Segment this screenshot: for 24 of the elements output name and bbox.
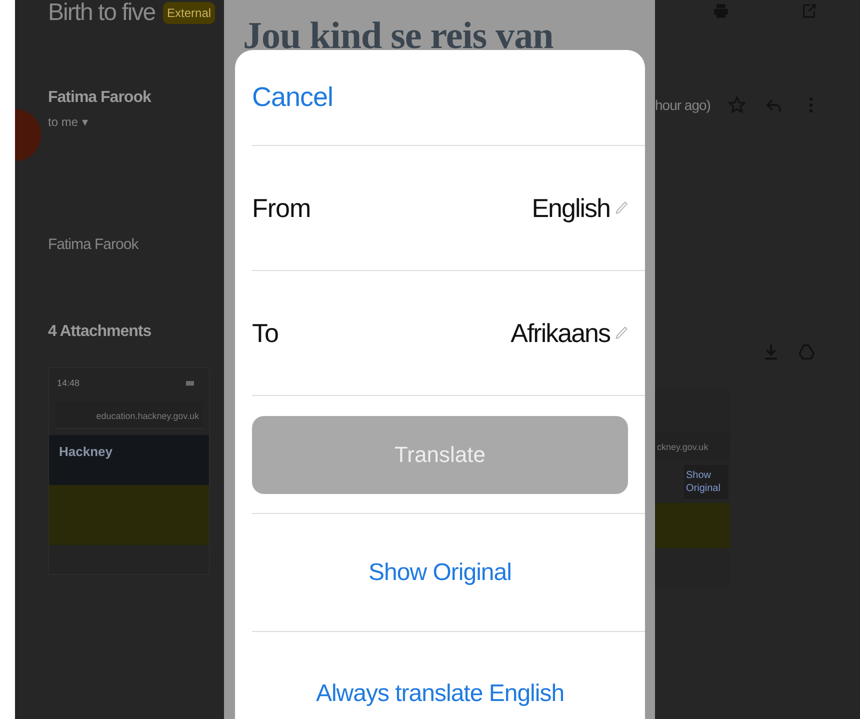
action-link[interactable]: Always translate English [316, 680, 564, 708]
site-name: Hackney [59, 444, 112, 459]
pencil-icon[interactable] [614, 199, 628, 217]
language-label: To [252, 318, 278, 348]
attachments-heading: 4 Attachments [48, 323, 152, 341]
language-value[interactable]: Afrikaans [510, 318, 610, 348]
caret-icon[interactable]: ▾ [82, 115, 88, 129]
page-heading: Jou kind se reis van [243, 14, 554, 58]
external-badge: External [163, 2, 216, 24]
show-original-link: Show Original [686, 469, 722, 495]
language-label: From [252, 192, 311, 224]
time-text: hour ago) [655, 97, 710, 113]
action-link[interactable]: Show Original [368, 558, 512, 586]
email-subject: Birth to five [48, 0, 156, 27]
sender-name: Fatima Farook [48, 89, 152, 107]
status-time: 14:48 [57, 378, 80, 388]
language-value[interactable]: English [532, 192, 610, 224]
recipient-text[interactable]: to me [48, 115, 78, 129]
url-text: ckney.gov.uk [657, 442, 708, 452]
signature-text: Fatima Farook [48, 236, 140, 253]
cancel-button[interactable]: Cancel [252, 82, 334, 113]
attachment-thumbnail[interactable]: 14:48 education.hackney.gov.uk Hackney [48, 367, 210, 575]
url-text: education.hackney.gov.uk [96, 411, 199, 421]
pencil-icon[interactable] [614, 324, 628, 342]
